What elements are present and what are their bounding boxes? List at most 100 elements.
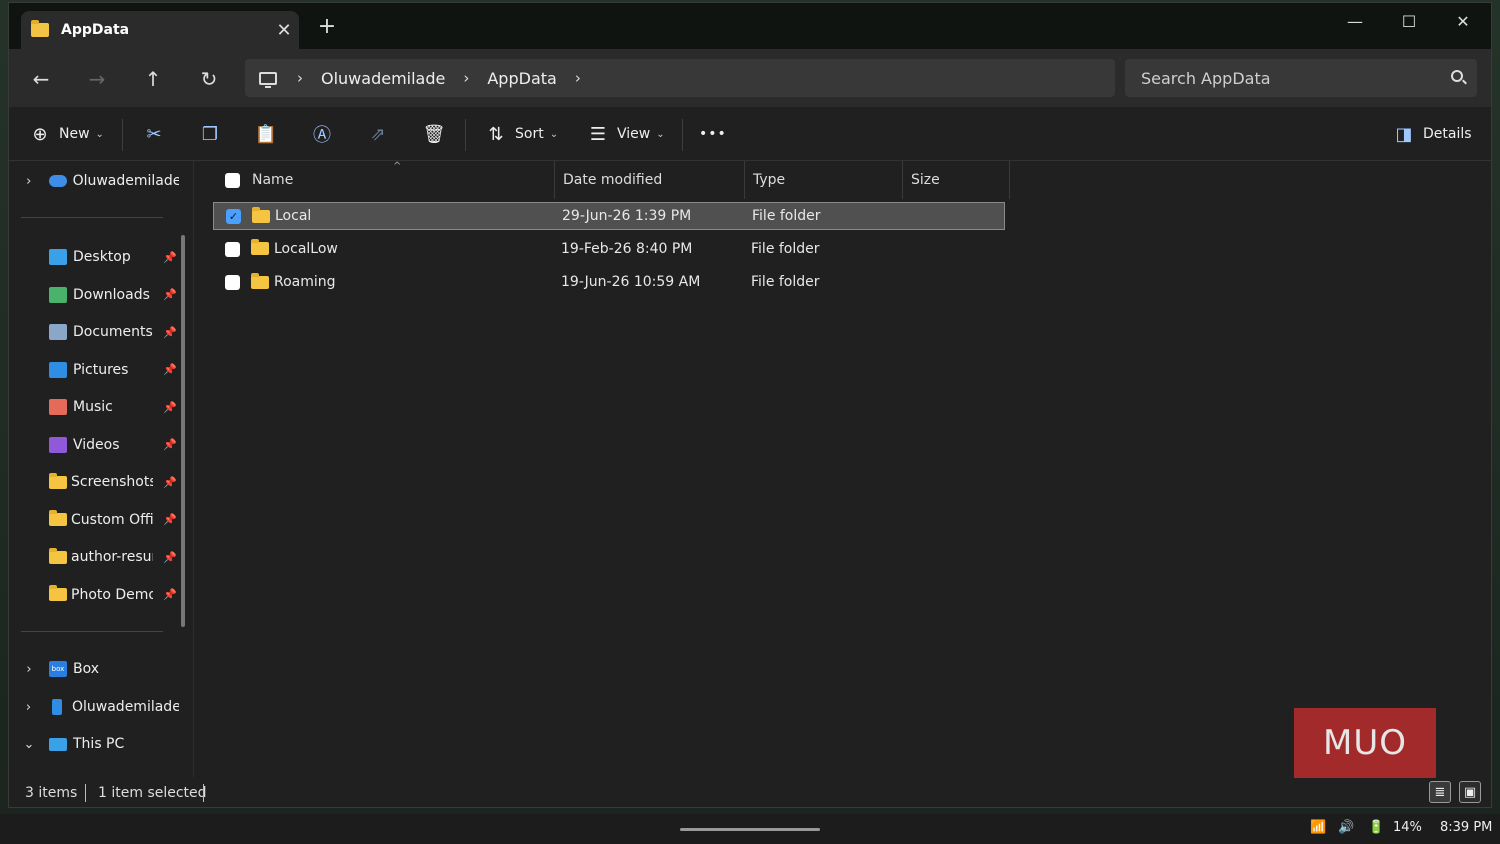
pin-icon[interactable]: 📌 [163,476,177,489]
up-button[interactable]: ↑ [137,63,169,95]
breadcrumb-oluwademilade[interactable]: Oluwademilade [321,69,445,88]
tiles-view-icon: ▣ [1463,784,1477,800]
column-header-date[interactable]: Date modified [555,161,745,199]
chevron-down-icon: ⌄ [95,128,104,140]
sidebar-scrollbar[interactable] [181,235,185,627]
file-name: LocalLow [274,240,338,257]
sidebar-item-box[interactable]: › box Box [9,653,179,685]
folder-icon [49,547,67,564]
more-options-button[interactable]: ••• [699,119,727,149]
breadcrumb-appdata[interactable]: AppData [487,69,556,88]
pin-icon[interactable]: 📌 [163,513,177,526]
watermark-logo: MUO [1294,708,1436,778]
share-icon: ⇗ [370,123,386,145]
wifi-icon[interactable]: 📶 [1310,820,1326,835]
sort-ascending-icon: ^ [393,161,402,172]
pin-icon[interactable]: 📌 [163,438,177,451]
pin-icon[interactable]: 📌 [163,588,177,601]
forward-button[interactable]: → [81,63,113,95]
breadcrumb-separator[interactable]: › [297,69,303,87]
file-name: Local [275,208,312,224]
sidebar-item-videos[interactable]: Videos 📌 [9,429,179,461]
row-checkbox[interactable] [225,275,240,290]
chevron-right-icon[interactable]: › [19,174,39,189]
sidebar-item-pictures[interactable]: Pictures 📌 [9,354,179,386]
this-pc-icon [259,71,277,88]
sidebar-item-music[interactable]: Music 📌 [9,391,179,423]
file-row-roaming[interactable]: Roaming 19-Jun-26 10:59 AM File folder [213,269,1005,297]
title-bar: AppData ✕ + — ☐ ✕ [9,3,1491,49]
pin-icon[interactable]: 📌 [163,288,177,301]
search-input[interactable]: Search AppData [1125,59,1477,97]
address-row: ← → ↑ ↻ › Oluwademilade › AppData › Sear… [9,49,1491,107]
sidebar-item-phone[interactable]: › Oluwademilade' [9,691,179,723]
sidebar-divider [21,631,163,632]
pin-icon[interactable]: 📌 [163,401,177,414]
refresh-button[interactable]: ↻ [193,63,225,95]
details-view-button[interactable]: ≣ [1429,781,1451,803]
chevron-down-icon: ⌄ [549,128,559,140]
sidebar-item-desktop[interactable]: Desktop 📌 [9,241,179,273]
pin-icon[interactable]: 📌 [163,551,177,564]
type-cell: File folder [751,274,820,290]
back-button[interactable]: ← [25,63,57,95]
sidebar-item-author-resum[interactable]: author-resum 📌 [9,541,179,573]
breadcrumb-separator[interactable]: › [575,69,581,87]
view-button[interactable]: ☰ View ⌄ [583,119,665,149]
search-icon[interactable] [1451,70,1463,82]
row-checkbox[interactable] [225,241,240,257]
paste-button[interactable]: 📋 [251,119,281,149]
pin-icon[interactable]: 📌 [163,326,177,339]
file-row-local[interactable]: ✓ Local 29-Jun-26 1:39 PM File folder [213,202,1005,230]
pin-icon[interactable]: 📌 [163,363,177,376]
large-icons-view-button[interactable]: ▣ [1459,781,1481,803]
details-label: Details [1423,126,1472,142]
breadcrumb-separator[interactable]: › [463,69,469,87]
row-checkbox[interactable]: ✓ [226,209,241,224]
minimize-button[interactable]: — [1331,7,1379,37]
rename-button[interactable]: Ⓐ [307,119,337,149]
battery-percent: 14% [1393,820,1422,835]
battery-icon[interactable]: 🔋 [1368,820,1384,835]
clock-time[interactable]: 8:39 PM [1440,820,1492,835]
date-modified-cell: 29-Jun-26 1:39 PM [562,208,692,224]
cut-button[interactable]: ✂ [139,119,169,149]
phone-icon [52,699,62,715]
tab-appdata[interactable]: AppData ✕ [21,11,299,49]
file-row-locallow[interactable]: LocalLow 19-Feb-26 8:40 PM File folder [213,236,1005,264]
sidebar-item-downloads[interactable]: Downloads 📌 [9,279,179,311]
sort-button[interactable]: ⇅ Sort ⌄ [481,119,558,149]
file-explorer-window: AppData ✕ + — ☐ ✕ ← → ↑ ↻ › Oluwademilad… [8,2,1492,808]
column-header-name[interactable]: Name ^ [195,161,555,199]
folder-icon [49,510,67,526]
copy-button[interactable]: ❐ [195,119,225,149]
chevron-right-icon[interactable]: › [19,662,39,677]
share-button[interactable]: ⇗ [363,119,393,149]
chevron-right-icon[interactable]: › [19,700,38,715]
column-header-type[interactable]: Type [745,161,903,199]
chevron-down-icon[interactable]: ⌄ [19,737,39,752]
column-header-size[interactable]: Size [903,161,1010,199]
maximize-button[interactable]: ☐ [1385,7,1433,37]
sidebar-item-this-pc[interactable]: ⌄ This PC [9,728,179,760]
sidebar-item-screenshots[interactable]: Screenshots 📌 [9,466,179,498]
sidebar-item-custom-offic[interactable]: Custom Offic 📌 [9,504,179,536]
new-tab-button[interactable]: + [315,15,339,39]
new-button[interactable]: ⊕ New ⌄ [25,119,104,149]
pin-icon[interactable]: 📌 [163,251,177,264]
folder-icon [252,206,270,223]
details-button[interactable]: ◨ Details [1389,119,1472,149]
sidebar-item-label: Custom Offic [71,511,153,528]
close-window-button[interactable]: ✕ [1439,7,1487,37]
volume-icon[interactable]: 🔊 [1338,820,1354,835]
view-label: View [617,126,651,142]
sidebar-item-documents[interactable]: Documents 📌 [9,316,179,348]
address-bar[interactable]: › Oluwademilade › AppData › [245,59,1115,97]
delete-button[interactable]: 🗑 [419,119,449,149]
select-all-checkbox[interactable] [225,172,240,188]
close-tab-icon[interactable]: ✕ [269,20,299,41]
toolbar-divider [465,119,466,151]
sidebar-item-oluwademilade[interactable]: › Oluwademilade [9,165,179,197]
selection-count: 1 item selected [98,785,207,801]
sidebar-item-photo-demo[interactable]: Photo Demo 📌 [9,579,179,611]
